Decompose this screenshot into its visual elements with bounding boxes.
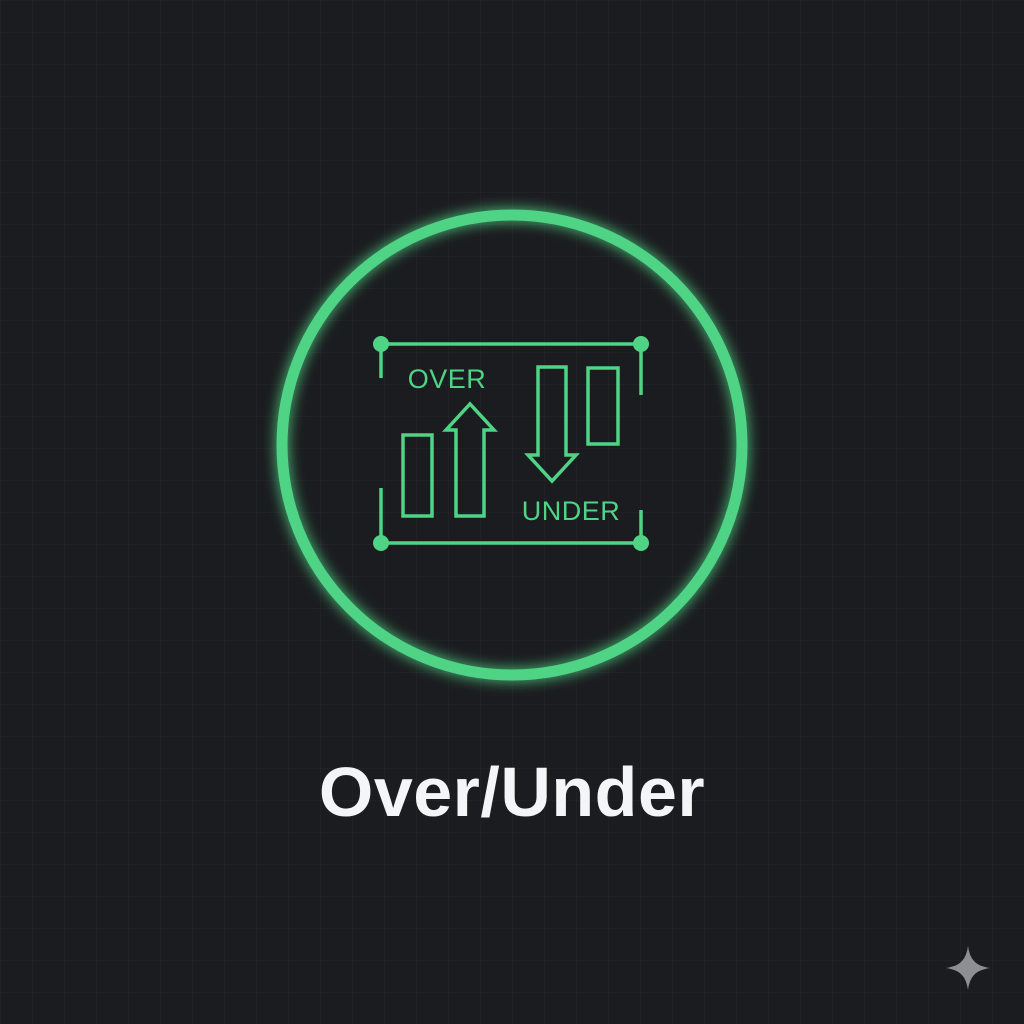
emblem-ring — [276, 209, 748, 681]
canvas: OVER UNDER Over/Under — [0, 0, 1024, 1024]
page-title: Over/Under — [318, 753, 706, 831]
sparkle-icon — [946, 946, 990, 990]
bar-left-short — [401, 433, 434, 518]
over-label: OVER — [408, 364, 487, 394]
bar-right-short — [586, 366, 620, 446]
corner-dot — [373, 535, 389, 551]
up-arrow-icon — [442, 401, 498, 518]
corner-dot — [373, 336, 389, 352]
under-label: UNDER — [522, 496, 621, 526]
over-under-emblem: OVER UNDER — [276, 209, 748, 681]
corner-dot — [633, 535, 649, 551]
down-arrow-icon — [524, 365, 580, 484]
corner-dot — [633, 336, 649, 352]
